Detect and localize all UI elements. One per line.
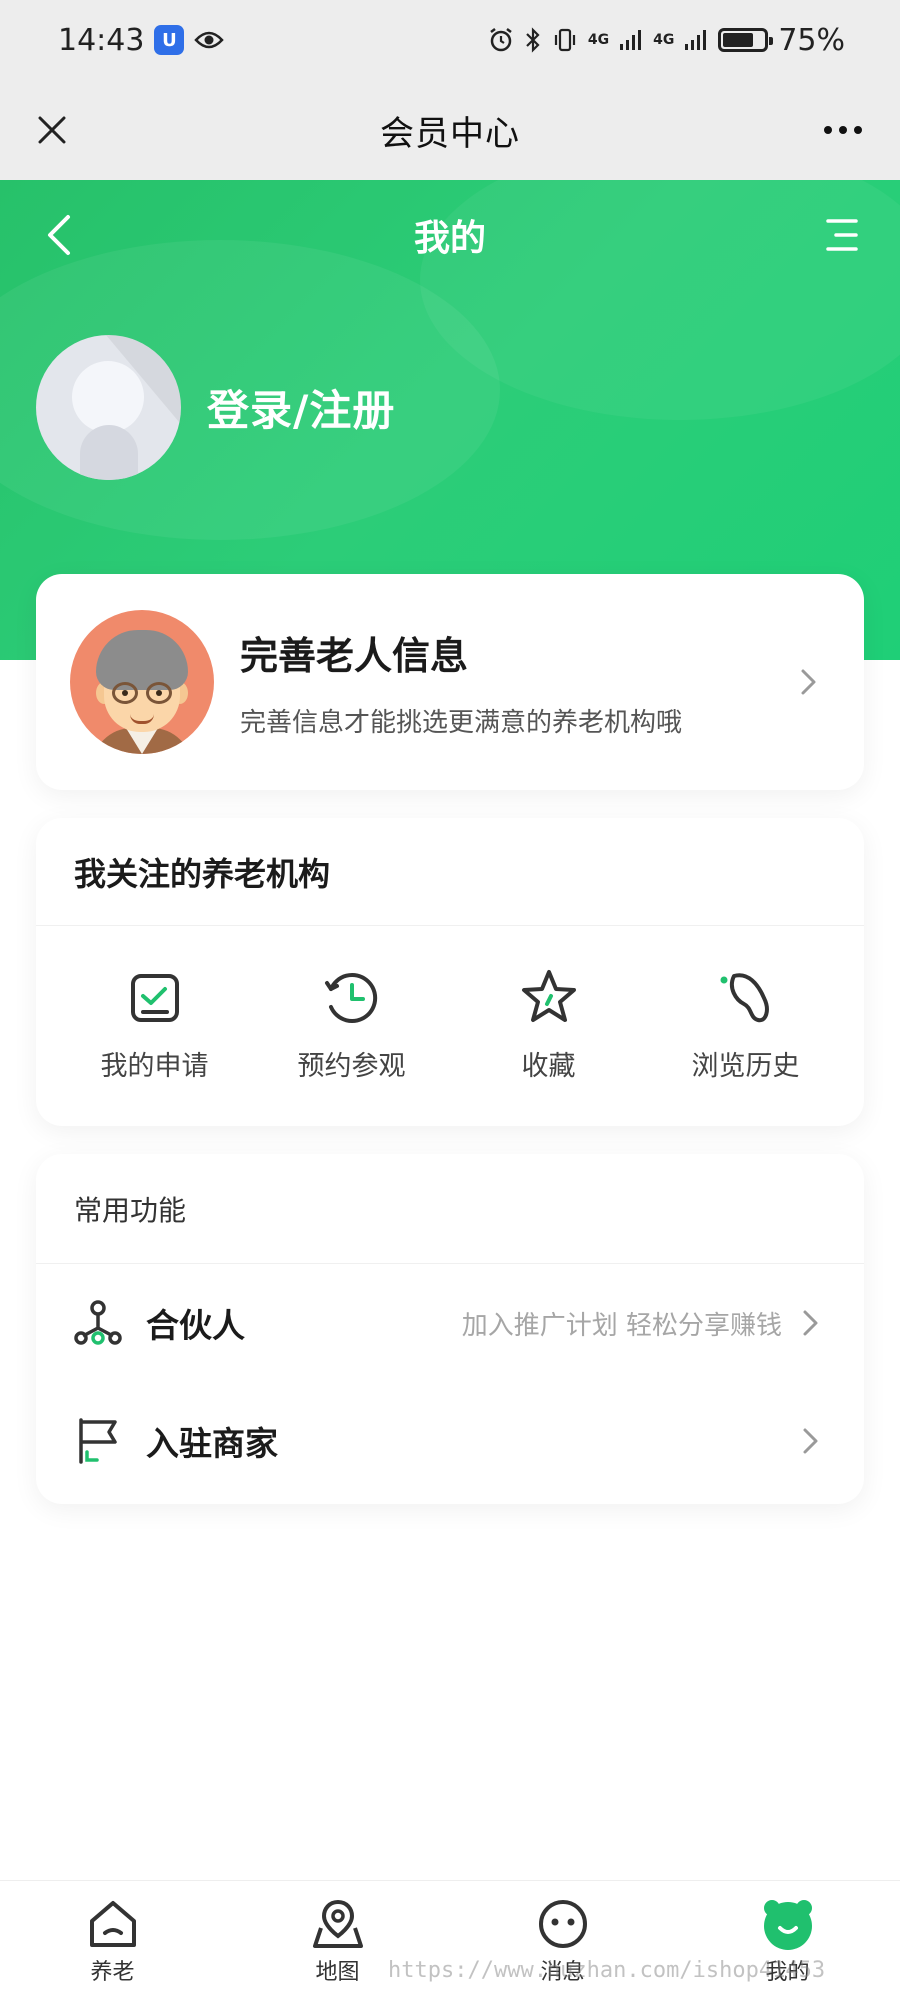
- grid-label: 浏览历史: [691, 1051, 800, 1082]
- common-functions-title: 常用功能: [74, 1193, 187, 1227]
- status-right: 4G 4G 75%: [488, 23, 845, 58]
- profile-active-icon: [760, 1896, 816, 1952]
- chevron-right-icon: [794, 667, 824, 697]
- common-functions-header: 常用功能: [36, 1154, 864, 1264]
- application-check-icon: [123, 966, 187, 1030]
- partner-row[interactable]: 合伙人 加入推广计划 轻松分享赚钱: [36, 1264, 864, 1382]
- chevron-left-icon: [48, 215, 70, 255]
- tab-label: 地图: [315, 1959, 360, 1985]
- clock-icon: [320, 966, 384, 1030]
- tab-mine[interactable]: 我的: [718, 1896, 858, 1986]
- flag-icon: [72, 1415, 124, 1467]
- followed-header: 我关注的养老机构: [36, 818, 864, 926]
- header-title: 我的: [413, 218, 486, 259]
- footprint-icon: [714, 966, 778, 1030]
- partner-network-icon: [72, 1297, 124, 1349]
- bluetooth-icon: [526, 27, 540, 53]
- battery-icon: [718, 28, 774, 52]
- tab-label: 我的: [765, 1959, 810, 1985]
- avatar[interactable]: [36, 335, 181, 480]
- battery-percent: 75%: [778, 22, 845, 58]
- elder-card-text: 完善老人信息 完善信息才能挑选更满意的养老机构哦: [240, 625, 794, 739]
- complete-elder-info-card[interactable]: 完善老人信息 完善信息才能挑选更满意的养老机构哦: [36, 574, 864, 790]
- close-button[interactable]: [22, 100, 82, 160]
- signal-icon: [685, 30, 707, 50]
- elder-card-subtitle: 完善信息才能挑选更满意的养老机构哦: [240, 708, 683, 738]
- followed-institutions-card: 我关注的养老机构 我的申请 预约参观 收藏 浏览历史: [36, 818, 864, 1126]
- back-button[interactable]: [30, 205, 90, 265]
- more-dot-icon: [839, 126, 847, 134]
- header-nav: 我的: [0, 180, 900, 290]
- merchant-join-label: 入驻商家: [146, 1424, 278, 1463]
- message-face-icon: [535, 1896, 591, 1952]
- login-area[interactable]: 登录/注册: [36, 335, 395, 480]
- close-icon: [38, 116, 66, 144]
- star-icon: [517, 966, 581, 1030]
- vibrate-icon: [554, 28, 575, 52]
- more-options-button[interactable]: [808, 100, 878, 160]
- chevron-right-icon: [796, 1308, 826, 1338]
- elder-card-title: 完善老人信息: [240, 634, 469, 678]
- alarm-icon: [490, 28, 512, 52]
- browse-history-button[interactable]: 浏览历史: [656, 966, 836, 1083]
- tab-label: 养老: [90, 1959, 135, 1985]
- menu-icon: [826, 219, 858, 251]
- signal-icon: [620, 30, 642, 50]
- login-register-link[interactable]: 登录/注册: [207, 377, 395, 438]
- favorites-button[interactable]: 收藏: [459, 966, 639, 1083]
- status-bar: 14:43 U 4G 4G 75%: [0, 0, 900, 80]
- chevron-right-icon: [796, 1426, 826, 1456]
- home-icon: [85, 1896, 141, 1952]
- merchant-join-row[interactable]: 入驻商家: [36, 1382, 864, 1500]
- bottom-tab-bar: 养老 地图 消息 我的: [0, 1880, 900, 2000]
- tab-messages[interactable]: 消息: [493, 1896, 633, 1986]
- followed-title: 我关注的养老机构: [74, 854, 331, 893]
- webview-title-bar: 会员中心: [0, 80, 900, 180]
- grid-label: 我的申请: [100, 1051, 209, 1082]
- battery-fill: [723, 33, 754, 47]
- partner-hint: 加入推广计划 轻松分享赚钱: [461, 1310, 782, 1341]
- more-dot-icon: [854, 126, 862, 134]
- menu-button[interactable]: [812, 205, 872, 265]
- grid-label: 预约参观: [297, 1051, 406, 1082]
- map-pin-icon: [310, 1896, 366, 1952]
- my-applications-button[interactable]: 我的申请: [65, 966, 245, 1083]
- network-label-1: 4G: [587, 32, 610, 48]
- elder-avatar-illustration: [70, 610, 214, 754]
- tab-elderly-care[interactable]: 养老: [43, 1896, 183, 1986]
- eye-icon: [194, 31, 225, 49]
- page-title: 会员中心: [380, 113, 520, 154]
- partner-label: 合伙人: [146, 1306, 245, 1345]
- more-dot-icon: [824, 126, 832, 134]
- status-time: 14:43: [58, 22, 145, 58]
- tab-map[interactable]: 地图: [268, 1896, 408, 1986]
- shield-app-icon: U: [154, 25, 185, 55]
- followed-grid: 我的申请 预约参观 收藏 浏览历史: [36, 966, 864, 1083]
- status-left: 14:43 U: [58, 22, 225, 58]
- common-functions-card: 常用功能 合伙人 加入推广计划 轻松分享赚钱 入驻商家: [36, 1154, 864, 1504]
- book-visit-button[interactable]: 预约参观: [262, 966, 442, 1083]
- network-label-2: 4G: [653, 32, 675, 48]
- grid-label: 收藏: [521, 1051, 576, 1082]
- tab-label: 消息: [540, 1959, 585, 1985]
